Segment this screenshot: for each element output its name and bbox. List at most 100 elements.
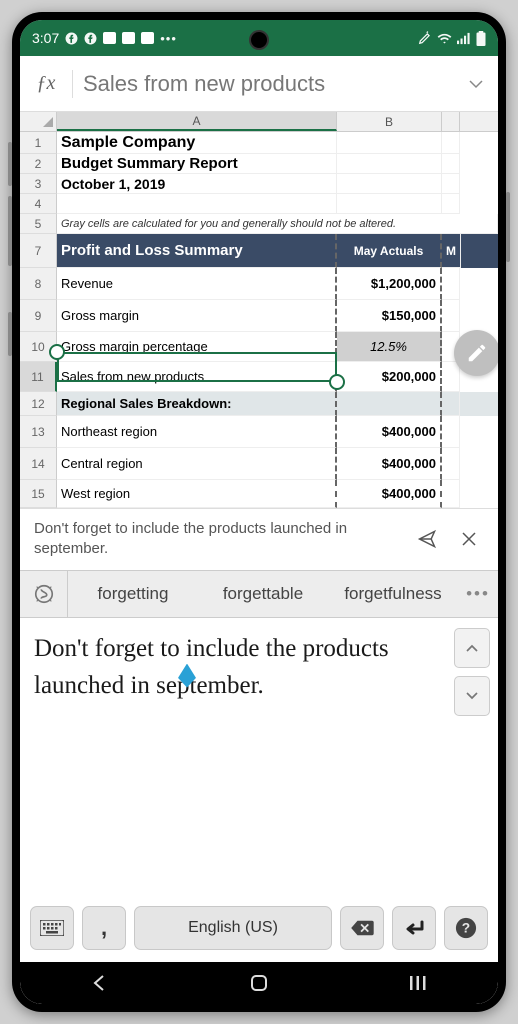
cell-a14[interactable]: Central region: [57, 448, 337, 480]
cell-a7[interactable]: Profit and Loss Summary: [57, 234, 337, 268]
language-key[interactable]: English (US): [134, 906, 332, 950]
front-camera: [249, 30, 269, 50]
cell-b12[interactable]: [337, 392, 442, 416]
signal-icon: [457, 32, 471, 45]
selection-handle-br[interactable]: [329, 374, 345, 390]
battery-icon: [476, 31, 486, 46]
android-nav-bar: [20, 962, 498, 1004]
cell-c13[interactable]: [442, 416, 460, 448]
cell-c8[interactable]: [442, 268, 460, 300]
column-header-a[interactable]: A: [57, 112, 337, 131]
comma-key[interactable]: ,: [82, 906, 126, 950]
cell-a1[interactable]: Sample Company: [57, 132, 337, 154]
row-header[interactable]: 3: [20, 174, 57, 194]
handwriting-pad[interactable]: Don't forget to include the products lau…: [20, 618, 498, 899]
suggestion-3[interactable]: forgetfulness: [328, 584, 458, 604]
cell-a3[interactable]: October 1, 2019: [57, 174, 337, 194]
help-key[interactable]: ?: [444, 906, 488, 950]
cell-c7[interactable]: M: [442, 234, 461, 268]
cell-c12[interactable]: [442, 392, 460, 416]
row-header[interactable]: 7: [20, 234, 57, 268]
cell-a11[interactable]: Sales from new products: [57, 362, 337, 392]
cell-b2[interactable]: [337, 154, 442, 174]
divider: [72, 70, 73, 98]
cell-b14[interactable]: $400,000: [337, 448, 442, 480]
home-button[interactable]: [229, 973, 289, 993]
formula-input[interactable]: Sales from new products: [83, 71, 454, 97]
facebook-icon: [65, 32, 78, 45]
phone-frame: 3:07 •••: [12, 12, 506, 1012]
cell-b7[interactable]: May Actuals: [337, 234, 442, 268]
handwriting-mode-icon[interactable]: [20, 571, 68, 617]
spreadsheet-grid[interactable]: 1 Sample Company 2 Budget Summary Report…: [20, 132, 498, 508]
notification-icon: [141, 32, 154, 44]
row-header[interactable]: 1: [20, 132, 57, 154]
cell-a5[interactable]: Gray cells are calculated for you and ge…: [57, 214, 498, 234]
cell-c14[interactable]: [442, 448, 460, 480]
cell-a4[interactable]: [57, 194, 337, 214]
fx-label: ƒx: [30, 72, 62, 95]
comment-text[interactable]: Don't forget to include the products lau…: [34, 519, 400, 560]
side-button: [8, 142, 12, 186]
cell-a15[interactable]: West region: [57, 480, 337, 508]
cell-a10[interactable]: Gross margin percentage: [57, 332, 337, 362]
suggestion-1[interactable]: forgetting: [68, 584, 198, 604]
suggestion-2[interactable]: forgettable: [198, 584, 328, 604]
svg-text:?: ?: [462, 921, 470, 936]
formula-bar[interactable]: ƒx Sales from new products: [20, 56, 498, 112]
cell-c3[interactable]: [442, 174, 460, 194]
side-button: [8, 312, 12, 356]
cell-b13[interactable]: $400,000: [337, 416, 442, 448]
selection-handle-tl[interactable]: [49, 344, 65, 360]
close-icon[interactable]: [454, 530, 484, 548]
row-header[interactable]: 8: [20, 268, 57, 300]
status-time: 3:07: [32, 30, 59, 46]
scroll-up-button[interactable]: [454, 628, 490, 668]
cell-b1[interactable]: [337, 132, 442, 154]
edit-fab[interactable]: [454, 330, 498, 376]
cell-a8[interactable]: Revenue: [57, 268, 337, 300]
column-headers: A B: [20, 112, 498, 132]
cell-c1[interactable]: [442, 132, 460, 154]
row-header[interactable]: 13: [20, 416, 57, 448]
row-header[interactable]: 4: [20, 194, 57, 214]
recents-button[interactable]: [388, 974, 448, 992]
screen: 3:07 •••: [20, 20, 498, 1004]
cell-a13[interactable]: Northeast region: [57, 416, 337, 448]
cell-c15[interactable]: [442, 480, 460, 508]
chevron-down-icon[interactable]: [464, 79, 488, 89]
row-header[interactable]: 11: [20, 362, 57, 392]
notification-icon: [122, 32, 135, 44]
cell-a9[interactable]: Gross margin: [57, 300, 337, 332]
cell-c4[interactable]: [442, 194, 460, 214]
more-suggestions-icon[interactable]: •••: [458, 584, 498, 604]
row-header[interactable]: 2: [20, 154, 57, 174]
enter-key[interactable]: [392, 906, 436, 950]
cell-a2[interactable]: Budget Summary Report: [57, 154, 337, 174]
cell-b3[interactable]: [337, 174, 442, 194]
cell-b10[interactable]: 12.5%: [337, 332, 442, 362]
cell-c11[interactable]: [442, 362, 460, 392]
row-header[interactable]: 5: [20, 214, 57, 234]
cell-a12[interactable]: Regional Sales Breakdown:: [57, 392, 337, 416]
cell-b8[interactable]: $1,200,000: [337, 268, 442, 300]
scroll-down-button[interactable]: [454, 676, 490, 716]
backspace-key[interactable]: [340, 906, 384, 950]
column-header-c[interactable]: [442, 112, 460, 131]
cell-b15[interactable]: $400,000: [337, 480, 442, 508]
send-icon[interactable]: [410, 529, 444, 549]
cell-b9[interactable]: $150,000: [337, 300, 442, 332]
cell-b4[interactable]: [337, 194, 442, 214]
select-all-corner[interactable]: [20, 112, 57, 131]
cell-b11[interactable]: $200,000: [337, 362, 442, 392]
back-button[interactable]: [70, 973, 130, 993]
cell-c2[interactable]: [442, 154, 460, 174]
more-notifications-icon: •••: [160, 31, 177, 46]
row-header[interactable]: 9: [20, 300, 57, 332]
column-header-b[interactable]: B: [337, 112, 442, 131]
row-header[interactable]: 12: [20, 392, 57, 416]
cell-c9[interactable]: [442, 300, 460, 332]
row-header[interactable]: 14: [20, 448, 57, 480]
row-header[interactable]: 15: [20, 480, 57, 508]
keyboard-switch-button[interactable]: [30, 906, 74, 950]
